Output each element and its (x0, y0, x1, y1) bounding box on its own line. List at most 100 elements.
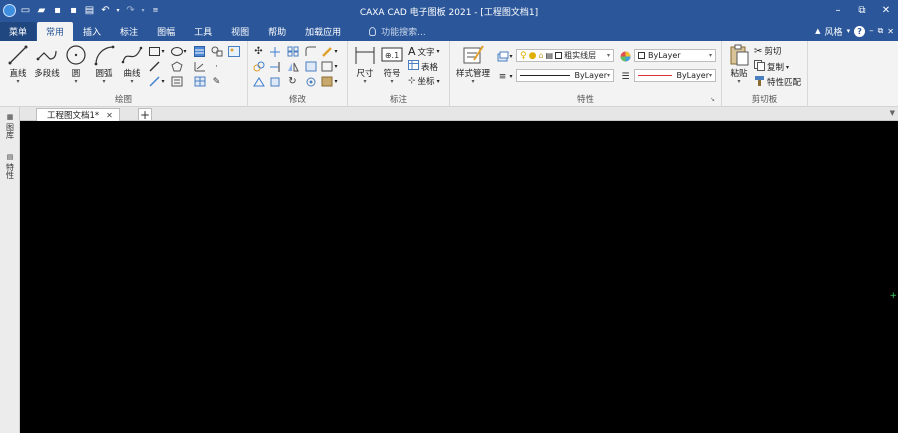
copy-button[interactable]: 复制 ▾ (754, 60, 789, 74)
text-frame-icon[interactable] (170, 75, 183, 88)
close-button[interactable]: ✕ (874, 0, 898, 21)
style-manager-dropdown-icon[interactable]: ▾ (471, 79, 474, 85)
line-button[interactable]: 直线 ▾ (4, 44, 32, 85)
doc-restore-button[interactable]: ⧉ (878, 26, 884, 36)
minimize-button[interactable]: – (826, 0, 850, 21)
image-icon[interactable] (227, 45, 240, 58)
trim-icon[interactable] (268, 45, 281, 58)
layer-manager-dropdown-icon[interactable]: ▾ (508, 50, 514, 63)
tab-list-dropdown-icon[interactable]: ▼ (890, 109, 895, 117)
array-icon[interactable] (286, 45, 299, 58)
new-file-icon[interactable]: ▭ (19, 4, 32, 17)
tab-menu[interactable]: 菜单 (0, 22, 37, 41)
feature-search[interactable]: 功能搜索... (369, 22, 426, 41)
tab-view[interactable]: 视图 (222, 22, 258, 41)
dimension-dropdown-icon[interactable]: ▾ (363, 79, 366, 85)
spline-icon[interactable] (193, 60, 206, 73)
rectangle-dropdown-icon[interactable]: ▾ (160, 45, 166, 58)
stretch-icon[interactable] (268, 75, 281, 88)
edit-pencil-icon[interactable] (320, 45, 333, 58)
fillet-icon[interactable] (304, 45, 317, 58)
tab-common[interactable]: 常用 (37, 22, 74, 41)
point-icon[interactable]: · (210, 60, 223, 73)
table-button[interactable]: 表格 (408, 60, 438, 73)
lineweight-select[interactable]: ByLayer ▾ (634, 69, 716, 82)
move-icon[interactable]: ✣ (252, 45, 265, 58)
tab-load-app[interactable]: 加载应用 (296, 22, 350, 41)
curve-dropdown-icon[interactable]: ▾ (130, 79, 133, 85)
tab-insert[interactable]: 插入 (74, 22, 110, 41)
paste-button[interactable]: 粘贴 ▾ (725, 44, 753, 85)
save-as-icon[interactable]: ▪ (67, 4, 80, 17)
hatch-icon[interactable] (193, 45, 206, 58)
circle-dropdown-icon[interactable]: ▾ (74, 79, 77, 85)
pen-icon[interactable] (148, 60, 161, 73)
arc-dropdown-icon[interactable]: ▾ (102, 79, 105, 85)
explode-dropdown-icon[interactable]: ▾ (333, 60, 339, 73)
tab-tools[interactable]: 工具 (185, 22, 221, 41)
match-properties-button[interactable]: 特性匹配 (754, 75, 801, 89)
side-tab-library[interactable]: ▦ 图库 (4, 113, 16, 139)
break-icon[interactable] (304, 75, 317, 88)
print-icon[interactable]: ▤ (83, 4, 96, 17)
layer-select[interactable]: ♀ ● ⌂ ▤ 粗实线层 ▾ (516, 49, 614, 62)
color-select[interactable]: ByLayer ▾ (634, 49, 716, 62)
app-logo-icon[interactable] (3, 4, 16, 17)
construction-dropdown-icon[interactable]: ▾ (160, 75, 166, 88)
scale-icon[interactable] (252, 75, 265, 88)
copy-object-icon[interactable] (252, 60, 265, 73)
save-icon[interactable]: ▪ (51, 4, 64, 17)
curve-button[interactable]: 曲线 ▾ (118, 44, 146, 85)
side-tab-properties[interactable]: ▤ 特性 (4, 153, 16, 179)
edit-dropdown-icon[interactable]: ▾ (333, 45, 339, 58)
maximize-button[interactable]: ⧉ (850, 0, 874, 21)
properties-edit-icon[interactable] (320, 75, 333, 88)
undo-dropdown-icon[interactable]: ▾ (115, 4, 121, 17)
doc-minimize-button[interactable]: – (869, 26, 874, 36)
help-icon[interactable]: ? (854, 25, 866, 37)
extend-icon[interactable] (268, 60, 281, 73)
redo-dropdown-icon[interactable]: ▾ (140, 4, 146, 17)
style-selector[interactable]: 风格 (825, 25, 843, 38)
cut-button[interactable]: ✂ 剪切 (754, 45, 781, 58)
drawing-canvas[interactable]: + (20, 121, 898, 433)
text-button[interactable]: A 文字 ▾ (408, 45, 440, 58)
linetype-dropdown-icon[interactable]: ▾ (508, 70, 514, 83)
redo-icon[interactable]: ↷ (124, 4, 137, 17)
paste-dropdown-icon[interactable]: ▾ (737, 79, 740, 85)
coordinate-button[interactable]: ⊹ 坐标 ▾ (408, 75, 440, 87)
arc-button[interactable]: 圆弧 ▾ (90, 44, 118, 85)
undo-icon[interactable]: ↶ (99, 4, 112, 17)
style-manager-button[interactable]: 样式管理 ▾ (454, 44, 492, 85)
mirror-icon[interactable] (286, 60, 299, 73)
color-wheel-icon[interactable] (619, 50, 632, 63)
tab-annotate[interactable]: 标注 (111, 22, 147, 41)
explode-icon[interactable] (320, 60, 333, 73)
block-icon[interactable] (210, 45, 223, 58)
new-document-tab-button[interactable]: + (138, 108, 152, 122)
doc-close-button[interactable]: ✕ (887, 27, 894, 36)
style-dropdown-icon[interactable]: ▾ (847, 27, 851, 35)
collapse-ribbon-icon[interactable]: ▲ (815, 27, 820, 35)
properties-dialog-launcher-icon[interactable]: ↘ (706, 93, 719, 106)
customize-quick-access-icon[interactable]: ≡ (149, 4, 162, 17)
polyline-button[interactable]: 多段线 (33, 44, 61, 79)
symbol-button[interactable]: ⊕.1 符号 ▾ (378, 44, 406, 85)
rotate-icon[interactable]: ↻ (286, 75, 299, 88)
line-dropdown-icon[interactable]: ▾ (16, 79, 19, 85)
tab-sheet[interactable]: 图幅 (148, 22, 184, 41)
symbol-dropdown-icon[interactable]: ▾ (390, 79, 393, 85)
offset-icon[interactable] (304, 60, 317, 73)
dimension-button[interactable]: 尺寸 ▾ (351, 44, 379, 85)
linetype-select[interactable]: ByLayer ▾ (516, 69, 614, 82)
open-folder-icon[interactable]: ▰ (35, 4, 48, 17)
document-tab-close-icon[interactable]: ✕ (106, 111, 113, 120)
circle-button[interactable]: 圆 ▾ (62, 44, 90, 85)
tab-help[interactable]: 帮助 (259, 22, 295, 41)
polygon-icon[interactable] (170, 60, 183, 73)
ellipse-dropdown-icon[interactable]: ▾ (182, 45, 188, 58)
table-grid-icon[interactable] (193, 75, 206, 88)
lineweight-icon[interactable]: ☰ (619, 70, 632, 83)
pin-icon[interactable]: ✎ (210, 75, 223, 88)
properties-edit-dropdown-icon[interactable]: ▾ (333, 75, 339, 88)
